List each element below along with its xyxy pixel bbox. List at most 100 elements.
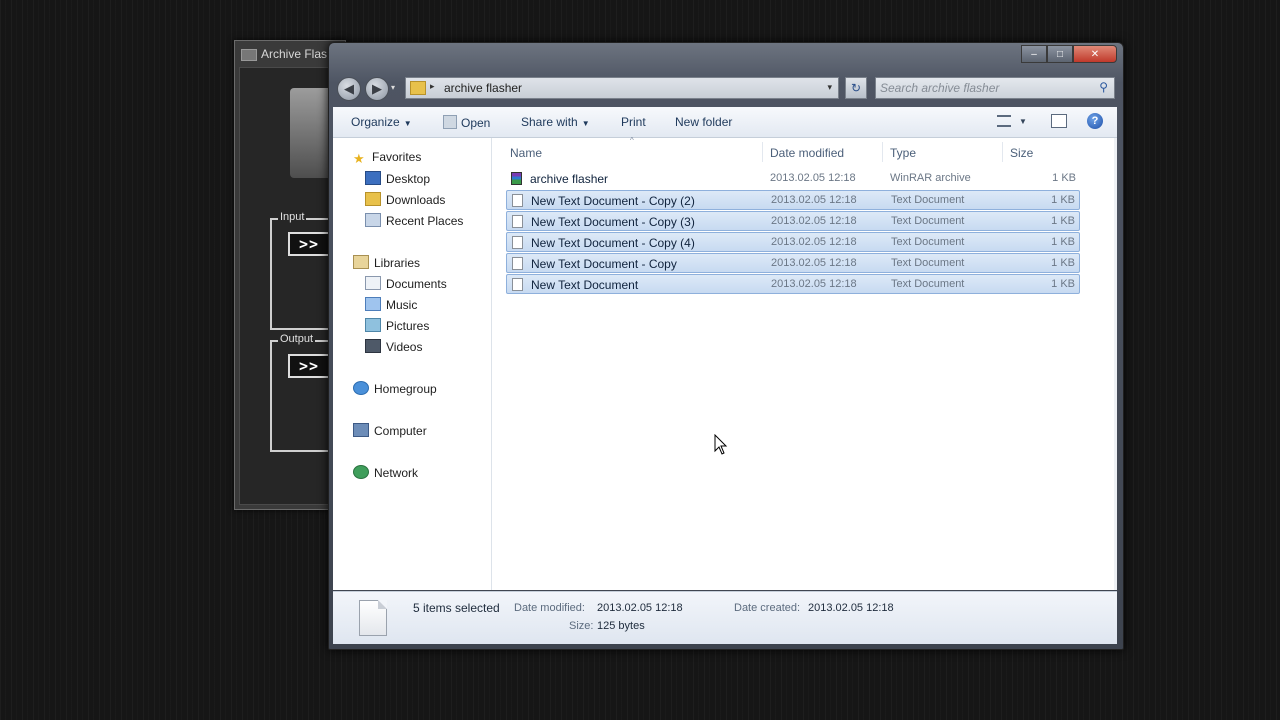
sidebar-item-documents[interactable]: Documents — [365, 276, 447, 291]
sidebar-item-recent-places[interactable]: Recent Places — [365, 213, 463, 228]
column-header-size[interactable]: Size — [1010, 146, 1033, 160]
star-icon: ★ — [353, 151, 365, 166]
column-header-type[interactable]: Type — [890, 146, 916, 160]
text-document-icon — [512, 215, 523, 228]
sidebar-item-libraries[interactable]: Libraries — [353, 255, 420, 270]
date-modified-label: Date modified: — [514, 602, 585, 614]
size-label: Size: — [569, 620, 594, 632]
file-type: Text Document — [891, 236, 965, 248]
recent-pages-dropdown[interactable]: ▾ — [391, 83, 395, 92]
address-dropdown-icon[interactable]: ▾ — [827, 82, 832, 93]
file-name: New Text Document - Copy (4) — [531, 236, 695, 250]
file-date-modified: 2013.02.05 12:18 — [771, 215, 857, 227]
date-created-value: 2013.02.05 12:18 — [808, 602, 894, 614]
maximize-button[interactable]: □ — [1047, 45, 1073, 63]
sidebar-item-music[interactable]: Music — [365, 297, 417, 312]
column-divider[interactable] — [1002, 142, 1003, 162]
refresh-button[interactable]: ↻ — [845, 77, 867, 99]
file-date-modified: 2013.02.05 12:18 — [771, 278, 857, 290]
sidebar-item-homegroup[interactable]: Homegroup — [353, 381, 437, 396]
file-row[interactable]: New Text Document - Copy (2) 2013.02.05 … — [506, 190, 1080, 210]
breadcrumb-arrow-icon[interactable]: ▸ — [430, 81, 435, 92]
search-box[interactable]: ⚲ — [875, 77, 1115, 99]
file-row[interactable]: New Text Document - Copy (3) 2013.02.05 … — [506, 211, 1080, 231]
sidebar-item-favorites[interactable]: ★ Favorites — [353, 150, 421, 167]
column-divider[interactable] — [762, 142, 763, 162]
sidebar-item-label: Homegroup — [374, 382, 437, 396]
file-size: 1 KB — [1051, 215, 1075, 227]
text-document-icon — [512, 278, 523, 291]
sidebar-item-label: Network — [374, 466, 419, 480]
sort-indicator-icon: ^ — [630, 136, 634, 145]
output-browse-button[interactable]: >> — [288, 354, 330, 378]
sidebar-item-network[interactable]: Network — [353, 465, 418, 480]
date-modified-value: 2013.02.05 12:18 — [597, 602, 683, 614]
forward-button[interactable]: ▶ — [365, 77, 389, 101]
print-button[interactable]: Print — [621, 115, 646, 129]
sidebar-item-label: Favorites — [372, 150, 422, 164]
libraries-icon — [353, 255, 369, 269]
scrollbar[interactable] — [1114, 138, 1117, 590]
organize-button[interactable]: Organize ▼ — [351, 115, 412, 129]
file-size: 1 KB — [1051, 257, 1075, 269]
archive-flasher-title: Archive Flas — [261, 47, 328, 61]
input-group-label: Input — [278, 211, 307, 223]
preview-pane-icon[interactable] — [1051, 114, 1067, 128]
share-with-button[interactable]: Share with ▼ — [521, 115, 590, 129]
computer-icon — [353, 423, 369, 437]
column-divider[interactable] — [882, 142, 883, 162]
sidebar-item-downloads[interactable]: Downloads — [365, 192, 445, 207]
file-row[interactable]: New Text Document - Copy (4) 2013.02.05 … — [506, 232, 1080, 252]
navigation-pane: ★ Favorites Desktop Downloads Recent Plac… — [333, 138, 492, 590]
help-icon[interactable]: ? — [1087, 113, 1103, 129]
file-row[interactable]: New Text Document 2013.02.05 12:18 Text … — [506, 274, 1080, 294]
sidebar-item-label: Downloads — [386, 193, 446, 207]
sidebar-item-pictures[interactable]: Pictures — [365, 318, 429, 333]
file-list[interactable]: ^ Name Date modified Type Size archive f… — [492, 136, 1117, 590]
sidebar-item-desktop[interactable]: Desktop — [365, 171, 430, 186]
sidebar-item-label: Music — [386, 298, 418, 312]
chevron-down-icon: ▼ — [403, 119, 412, 128]
explorer-window: – □ ✕ ◀ ▶ ▾ ▸ archive flasher ▾ ↻ ⚲ Orga… — [328, 42, 1124, 650]
file-row[interactable]: archive flasher 2013.02.05 12:18 WinRAR … — [506, 169, 1080, 189]
output-group-label: Output — [278, 333, 316, 345]
sidebar-item-label: Documents — [386, 277, 447, 291]
file-date-modified: 2013.02.05 12:18 — [771, 236, 857, 248]
new-folder-button[interactable]: New folder — [675, 115, 732, 129]
text-document-icon — [512, 236, 523, 249]
search-icon[interactable]: ⚲ — [1099, 80, 1108, 94]
file-type: Text Document — [891, 194, 965, 206]
column-header-name[interactable]: Name — [510, 146, 542, 160]
chevron-down-icon: ▼ — [581, 119, 590, 128]
file-size: 1 KB — [1051, 278, 1075, 290]
sidebar-item-videos[interactable]: Videos — [365, 339, 422, 354]
command-bar: Organize ▼ Open Share with ▼ Print New fol… — [333, 107, 1117, 138]
change-view-icon[interactable] — [997, 115, 1011, 127]
address-bar[interactable]: ▸ archive flasher ▾ — [405, 77, 839, 99]
open-icon — [443, 115, 457, 129]
sidebar-item-computer[interactable]: Computer — [353, 423, 427, 438]
input-browse-button[interactable]: >> — [288, 232, 330, 256]
breadcrumb-folder[interactable]: archive flasher — [444, 81, 522, 95]
chevron-down-icon[interactable]: ▼ — [1019, 117, 1027, 126]
column-header-date-modified[interactable]: Date modified — [770, 146, 844, 160]
details-pane: 5 items selected Date modified: 2013.02.… — [333, 591, 1117, 644]
sidebar-item-label: Computer — [374, 424, 427, 438]
file-row[interactable]: New Text Document - Copy 2013.02.05 12:1… — [506, 253, 1080, 273]
downloads-icon — [365, 192, 381, 206]
search-input[interactable] — [880, 80, 1090, 96]
documents-icon — [365, 276, 381, 290]
sidebar-item-label: Desktop — [386, 172, 431, 186]
file-name: New Text Document - Copy (2) — [531, 194, 695, 208]
sidebar-item-label: Libraries — [374, 256, 421, 270]
close-button[interactable]: ✕ — [1073, 45, 1117, 63]
file-date-modified: 2013.02.05 12:18 — [770, 172, 856, 184]
back-button[interactable]: ◀ — [337, 77, 361, 101]
organize-label: Organize — [351, 115, 400, 129]
open-button[interactable]: Open — [443, 115, 490, 130]
open-label: Open — [461, 116, 491, 130]
sidebar-item-label: Recent Places — [386, 214, 464, 228]
file-type: WinRAR archive — [890, 172, 971, 184]
file-size: 1 KB — [1052, 172, 1076, 184]
minimize-button[interactable]: – — [1021, 45, 1047, 63]
